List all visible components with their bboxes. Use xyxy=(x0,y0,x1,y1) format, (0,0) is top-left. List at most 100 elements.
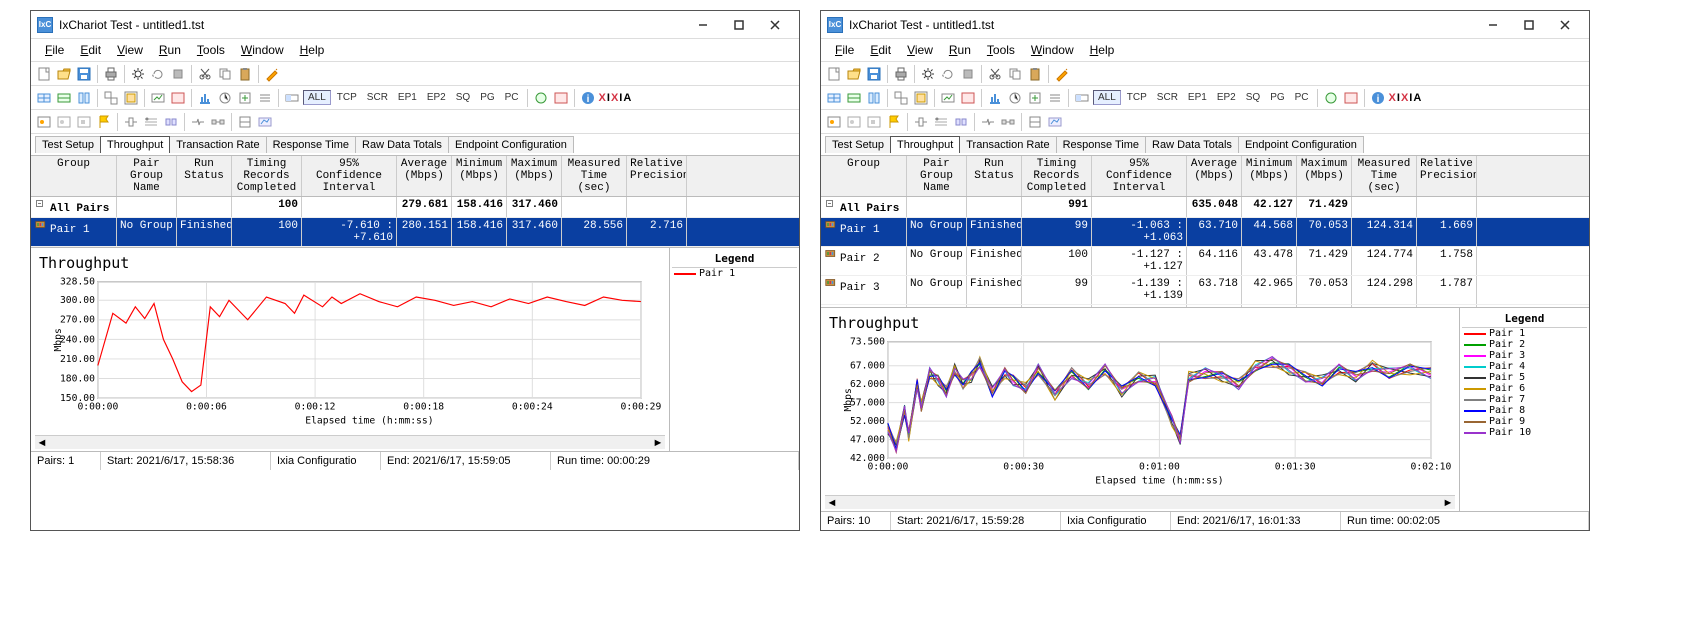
col-header[interactable]: 95% ConfidenceInterval xyxy=(302,156,397,196)
run-button[interactable] xyxy=(129,65,147,83)
chartbtn-p3[interactable] xyxy=(865,113,883,131)
toolbtn-r-g13[interactable] xyxy=(532,89,550,107)
toolbtn-g1[interactable] xyxy=(825,89,843,107)
toolbtn-g9[interactable] xyxy=(1006,89,1024,107)
col-header[interactable]: Maximum(Mbps) xyxy=(507,156,562,196)
paste-button[interactable] xyxy=(236,65,254,83)
summary-row[interactable]: All Pairs 991 635.04842.127 71.429 xyxy=(821,197,1589,218)
legend-item[interactable]: Pair 8 xyxy=(1462,405,1587,416)
filter-pc[interactable]: PC xyxy=(1291,91,1313,104)
toolbtn-g11[interactable] xyxy=(256,89,274,107)
tab-throughput[interactable]: Throughput xyxy=(100,136,170,153)
toolbtn-g8[interactable] xyxy=(986,89,1004,107)
col-header[interactable]: Minimum(Mbps) xyxy=(452,156,507,196)
tab-transaction-rate[interactable]: Transaction Rate xyxy=(169,136,266,153)
col-header[interactable]: Maximum(Mbps) xyxy=(1297,156,1352,196)
col-header[interactable]: Pair GroupName xyxy=(117,156,177,196)
legend-item[interactable]: Pair 9 xyxy=(1462,416,1587,427)
col-header[interactable]: Average(Mbps) xyxy=(397,156,452,196)
col-header[interactable]: Run Status xyxy=(967,156,1022,196)
col-header[interactable]: MeasuredTime (sec) xyxy=(1352,156,1417,196)
menu-tools[interactable]: Tools xyxy=(981,41,1021,59)
toolbtn-g3[interactable] xyxy=(865,89,883,107)
legend-item[interactable]: Pair 7 xyxy=(1462,394,1587,405)
chartbtn-p3[interactable] xyxy=(75,113,93,131)
toolbtn-g3[interactable] xyxy=(75,89,93,107)
menu-help[interactable]: Help xyxy=(294,41,331,59)
minimize-button[interactable] xyxy=(1475,13,1511,37)
chartbtn-p10[interactable] xyxy=(256,113,274,131)
table-row[interactable]: Pair 1 No GroupFinished 99-1.063 : +1.06… xyxy=(821,218,1589,247)
legend-item[interactable]: Pair 3 xyxy=(1462,350,1587,361)
tab-raw-data-totals[interactable]: Raw Data Totals xyxy=(1145,136,1239,153)
toolbtn-g1[interactable] xyxy=(35,89,53,107)
menu-edit[interactable]: Edit xyxy=(74,41,107,59)
legend-item[interactable]: Pair 6 xyxy=(1462,383,1587,394)
filter-pg[interactable]: PG xyxy=(1266,91,1288,104)
filter-scr[interactable]: SCR xyxy=(363,91,392,104)
chartbtn-flag[interactable] xyxy=(95,113,113,131)
toolbtn-g5[interactable] xyxy=(912,89,930,107)
cut-button[interactable] xyxy=(986,65,1004,83)
wiz-button[interactable] xyxy=(1053,65,1071,83)
chartbtn-p1[interactable] xyxy=(35,113,53,131)
toolbtn-r-g13[interactable] xyxy=(1322,89,1340,107)
new-button[interactable] xyxy=(35,65,53,83)
toolbtn-g11[interactable] xyxy=(1046,89,1064,107)
new-button[interactable] xyxy=(825,65,843,83)
tab-response-time[interactable]: Response Time xyxy=(1056,136,1146,153)
chartbtn-p2[interactable] xyxy=(845,113,863,131)
paste-button[interactable] xyxy=(1026,65,1044,83)
chartbtn-p9[interactable] xyxy=(1026,113,1044,131)
col-header[interactable]: 95% ConfidenceInterval xyxy=(1092,156,1187,196)
filter-ep1[interactable]: EP1 xyxy=(394,91,421,104)
wiz-button[interactable] xyxy=(263,65,281,83)
chartbtn-p7[interactable] xyxy=(189,113,207,131)
info-button[interactable]: i xyxy=(579,89,597,107)
toolbtn-g6[interactable] xyxy=(149,89,167,107)
filter-pc[interactable]: PC xyxy=(501,91,523,104)
legend-item[interactable]: Pair 1 xyxy=(1462,328,1587,339)
chartbtn-p8[interactable] xyxy=(999,113,1017,131)
menu-window[interactable]: Window xyxy=(1025,41,1080,59)
col-header[interactable]: Run Status xyxy=(177,156,232,196)
chartbtn-p9[interactable] xyxy=(236,113,254,131)
chartbtn-p5[interactable] xyxy=(932,113,950,131)
legend-item[interactable]: Pair 10 xyxy=(1462,427,1587,438)
tab-endpoint-configuration[interactable]: Endpoint Configuration xyxy=(448,136,574,153)
chartbtn-flag[interactable] xyxy=(885,113,903,131)
filter-pg[interactable]: PG xyxy=(476,91,498,104)
toolbtn-g4[interactable] xyxy=(102,89,120,107)
menu-file[interactable]: File xyxy=(39,41,70,59)
chartbtn-p6[interactable] xyxy=(952,113,970,131)
maximize-button[interactable] xyxy=(721,13,757,37)
col-header[interactable]: Group xyxy=(821,156,907,196)
tab-raw-data-totals[interactable]: Raw Data Totals xyxy=(355,136,449,153)
toolbtn-g7[interactable] xyxy=(169,89,187,107)
menu-tools[interactable]: Tools xyxy=(191,41,231,59)
run-button[interactable] xyxy=(919,65,937,83)
legend-item[interactable]: Pair 5 xyxy=(1462,372,1587,383)
filter-all[interactable]: ALL xyxy=(1093,90,1121,105)
save-button[interactable] xyxy=(865,65,883,83)
tab-endpoint-configuration[interactable]: Endpoint Configuration xyxy=(1238,136,1364,153)
filter-scr[interactable]: SCR xyxy=(1153,91,1182,104)
copy-button[interactable] xyxy=(216,65,234,83)
chartbtn-p1[interactable] xyxy=(825,113,843,131)
col-header[interactable]: Timing RecordsCompleted xyxy=(232,156,302,196)
open-button[interactable] xyxy=(55,65,73,83)
col-header[interactable]: Pair GroupName xyxy=(907,156,967,196)
col-header[interactable]: Average(Mbps) xyxy=(1187,156,1242,196)
chartbtn-p8[interactable] xyxy=(209,113,227,131)
chart-scrollbar[interactable]: ◄► xyxy=(35,435,665,449)
minimize-button[interactable] xyxy=(685,13,721,37)
info-button[interactable]: i xyxy=(1369,89,1387,107)
chartbtn-p2[interactable] xyxy=(55,113,73,131)
table-row[interactable]: Pair 3 No GroupFinished 99-1.139 : +1.13… xyxy=(821,276,1589,305)
toolbtn-r-g7[interactable] xyxy=(1342,89,1360,107)
toolbtn-g10[interactable] xyxy=(1026,89,1044,107)
menu-view[interactable]: View xyxy=(901,41,939,59)
chartbtn-p5[interactable] xyxy=(142,113,160,131)
copy-button[interactable] xyxy=(1006,65,1024,83)
legend-item[interactable]: Pair 4 xyxy=(1462,361,1587,372)
